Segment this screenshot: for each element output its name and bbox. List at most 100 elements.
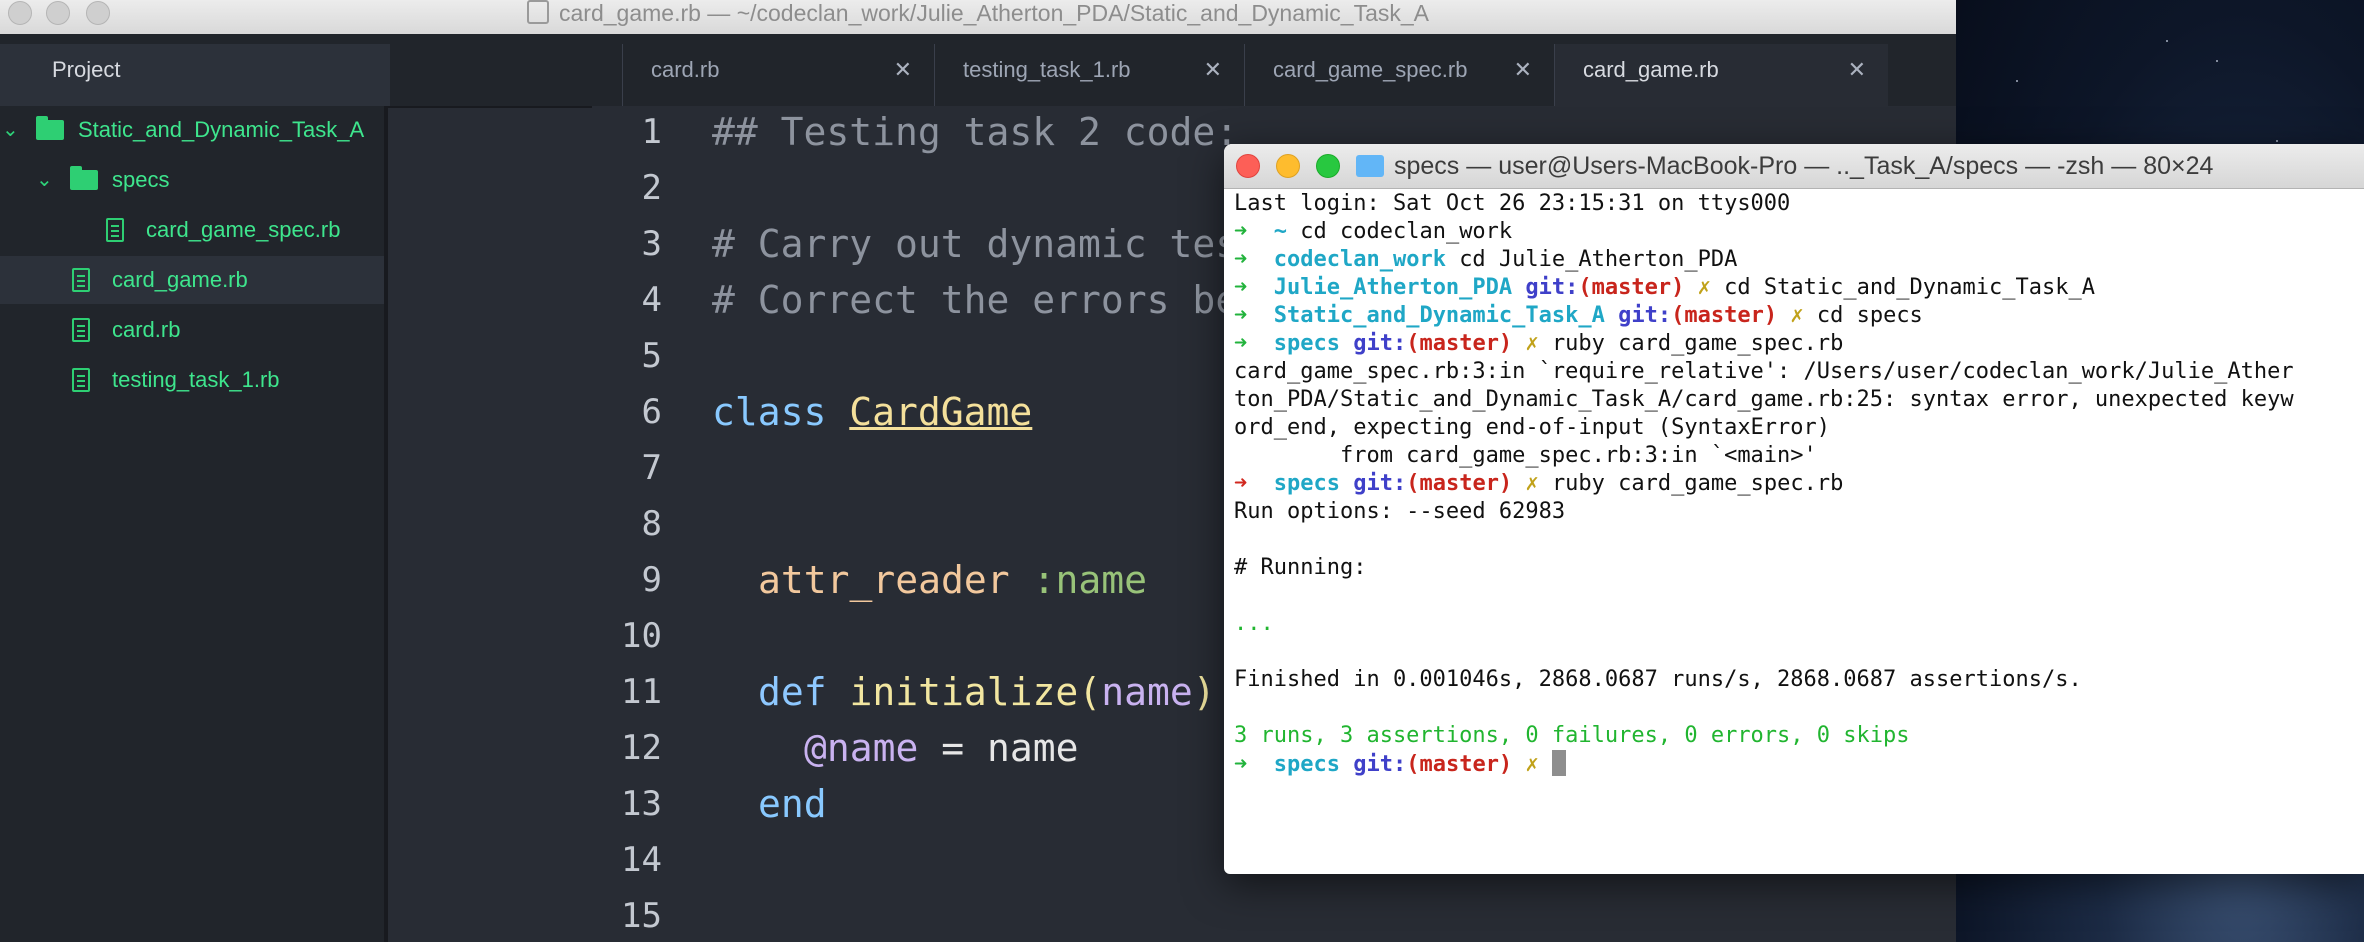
line-number: 15: [621, 896, 662, 936]
symbol-name: :name: [1032, 558, 1147, 602]
code-line-3: # Carry out dynamic tes: [712, 222, 1239, 266]
tab-label: card.rb: [651, 57, 720, 82]
terminal-close-button[interactable]: [1236, 154, 1260, 178]
code-line-1: ## Testing task 2 code:: [712, 110, 1239, 154]
method-name: initialize: [849, 670, 1079, 714]
command-text: cd Julie_Atherton_PDA: [1459, 247, 1738, 272]
tree-item-label: Static_and_Dynamic_Task_A: [78, 117, 365, 142]
line-number: 11: [621, 672, 662, 712]
tab-card-game-spec-rb[interactable]: card_game_spec.rb ✕: [1244, 44, 1554, 106]
window-title-text: card_game.rb — ~/codeclan_work/Julie_Ath…: [559, 0, 1429, 26]
tab-label: card_game_spec.rb: [1273, 57, 1468, 82]
line-number: 6: [641, 392, 662, 432]
prompt-arrow-icon: ➜: [1234, 331, 1248, 356]
assignment-rest: = name: [918, 726, 1079, 770]
close-tab-icon[interactable]: ✕: [1514, 44, 1532, 96]
terminal-minimize-button[interactable]: [1276, 154, 1300, 178]
git-label: git:: [1353, 331, 1407, 356]
finished-line: Finished in 0.001046s, 2868.0687 runs/s,…: [1234, 667, 2082, 692]
git-branch: (master): [1671, 303, 1778, 328]
prompt-arrow-icon: ➜: [1234, 752, 1248, 777]
attr-reader-call: attr_reader: [758, 558, 1010, 602]
prompt-line: ➜ codeclan_work cd Julie_Atherton_PDA: [1234, 246, 1737, 274]
git-branch: (master): [1406, 471, 1513, 496]
tree-item-card-game-spec-rb[interactable]: card_game_spec.rb: [0, 206, 384, 254]
code-line-11: def initialize(name): [758, 670, 1216, 714]
tab-card-game-rb[interactable]: card_game.rb ✕: [1554, 44, 1888, 106]
close-tab-icon[interactable]: ✕: [1848, 44, 1866, 96]
atom-titlebar[interactable]: card_game.rb — ~/codeclan_work/Julie_Ath…: [0, 0, 1956, 35]
git-label: git:: [1525, 275, 1579, 300]
text-cursor[interactable]: [1551, 750, 1566, 776]
file-icon: [72, 268, 90, 292]
file-icon: [72, 368, 90, 392]
tree-item-card-rb[interactable]: card.rb: [0, 306, 384, 354]
tree-item-card-game-rb[interactable]: card_game.rb: [0, 256, 384, 304]
tab-project-label: Project: [52, 57, 121, 82]
tab-card-rb[interactable]: card.rb ✕: [622, 44, 934, 106]
close-tab-icon[interactable]: ✕: [894, 44, 912, 96]
error-line: card_game_spec.rb:3:in `require_relative…: [1234, 359, 2294, 384]
tab-bar: Project card.rb ✕ testing_task_1.rb ✕ ca…: [0, 34, 1956, 108]
terminal-zoom-button[interactable]: [1316, 154, 1340, 178]
dirty-marker: ✗: [1697, 275, 1711, 300]
terminal-window: specs — user@Users-MacBook-Pro — .._Task…: [1224, 144, 2364, 874]
run-options-line: Run options: --seed 62983: [1234, 499, 1566, 524]
line-number: 14: [621, 840, 662, 880]
prompt-line: ➜ Julie_Atherton_PDA git:(master) ✗ cd S…: [1234, 274, 2095, 302]
tree-item-testing-task-1-rb[interactable]: testing_task_1.rb: [0, 356, 384, 404]
line-number: 12: [621, 728, 662, 768]
line-number: 10: [621, 616, 662, 656]
test-summary-line: 3 runs, 3 assertions, 0 failures, 0 erro…: [1234, 723, 1910, 748]
tab-project[interactable]: Project: [0, 44, 390, 106]
project-tree: ⌄ Static_and_Dynamic_Task_A ⌄ specs card…: [0, 106, 388, 942]
dirty-marker: ✗: [1525, 471, 1539, 496]
command-text: ruby card_game_spec.rb: [1551, 471, 1844, 496]
tree-item-specs[interactable]: ⌄ specs: [0, 156, 384, 204]
prompt-line: ➜ specs git:(master) ✗ ruby card_game_sp…: [1234, 330, 1843, 358]
file-icon: [72, 318, 90, 342]
git-label: git:: [1353, 752, 1407, 777]
line-number: 2: [641, 168, 662, 208]
prompt-arrow-error-icon: ➜: [1234, 471, 1248, 496]
tree-item-label: card_game_spec.rb: [146, 217, 341, 242]
prompt-dir: codeclan_work: [1273, 247, 1446, 272]
code-line-4: # Correct the errors be: [712, 278, 1239, 322]
terminal-titlebar[interactable]: specs — user@Users-MacBook-Pro — .._Task…: [1224, 144, 2364, 189]
code-line-9: attr_reader :name: [758, 558, 1147, 602]
prompt-line: ➜ Static_and_Dynamic_Task_A git:(master)…: [1234, 302, 1923, 330]
tree-item-label: card.rb: [112, 317, 181, 342]
window-title: card_game.rb — ~/codeclan_work/Julie_Ath…: [0, 0, 1956, 30]
prompt-dir: specs: [1273, 752, 1340, 777]
prompt-dir: specs: [1273, 471, 1340, 496]
param-name: name: [1101, 670, 1193, 714]
running-line: # Running:: [1234, 555, 1367, 580]
git-label: git:: [1618, 303, 1672, 328]
prompt-arrow-icon: ➜: [1234, 275, 1248, 300]
paren-close: ): [1192, 670, 1216, 714]
folder-icon: [70, 166, 98, 190]
dirty-marker: ✗: [1790, 303, 1804, 328]
close-tab-icon[interactable]: ✕: [1204, 44, 1222, 96]
command-text: ruby card_game_spec.rb: [1551, 331, 1844, 356]
prompt-arrow-icon: ➜: [1234, 247, 1248, 272]
prompt-dir: specs: [1273, 331, 1340, 356]
tree-item-label: card_game.rb: [112, 267, 248, 292]
chevron-down-icon: ⌄: [36, 169, 53, 191]
terminal-output[interactable]: Last login: Sat Oct 26 23:15:31 on ttys0…: [1234, 190, 2364, 874]
line-number: 13: [621, 784, 662, 824]
prompt-dir: Julie_Atherton_PDA: [1273, 275, 1513, 300]
prompt-arrow-icon: ➜: [1234, 219, 1248, 244]
document-icon: [527, 0, 549, 24]
error-line: from card_game_spec.rb:3:in `<main>': [1234, 443, 1817, 468]
prompt-line: ➜ ~ cd codeclan_work: [1234, 218, 1512, 246]
line-number: 5: [641, 336, 662, 376]
keyword-def: def: [758, 670, 827, 714]
tree-item-static-and-dynamic-task-a[interactable]: ⌄ Static_and_Dynamic_Task_A: [0, 106, 384, 154]
code-line-6: class CardGame: [712, 390, 1032, 434]
code-line-12: @name = name: [804, 726, 1079, 770]
error-line: ton_PDA/Static_and_Dynamic_Task_A/card_g…: [1234, 387, 2294, 412]
tab-testing-task-1-rb[interactable]: testing_task_1.rb ✕: [934, 44, 1244, 106]
command-text: cd Static_and_Dynamic_Task_A: [1724, 275, 2095, 300]
keyword-class: class: [712, 390, 827, 434]
